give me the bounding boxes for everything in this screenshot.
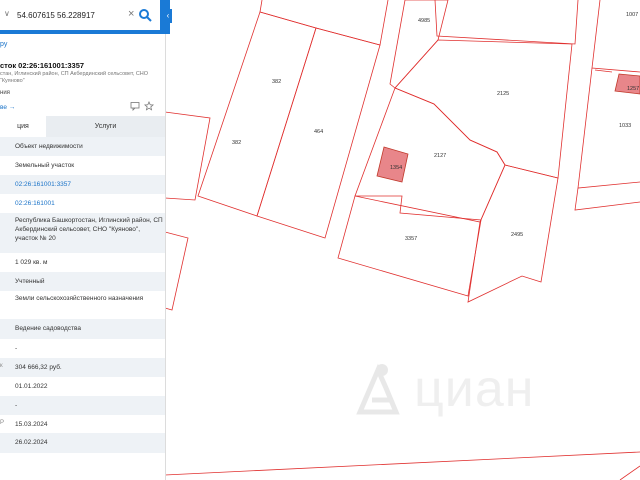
- plot-label: 2495: [511, 232, 523, 238]
- property-type: ния: [0, 90, 10, 96]
- detail-row: Объект недвижимости: [0, 137, 165, 156]
- detail-row: Учтенный: [0, 272, 165, 291]
- plot-label: 2125: [497, 91, 509, 97]
- parcel-boundary[interactable]: [337, 195, 482, 297]
- collapse-panel-button[interactable]: ‹: [164, 9, 172, 23]
- detail-row: -: [0, 339, 165, 358]
- detail-value: 15.03.2024: [15, 421, 48, 428]
- detail-value: 304 666,32 руб.: [15, 364, 62, 371]
- panel-title: сток 02:26:161001:3357: [0, 61, 85, 70]
- detail-label: Р: [0, 420, 5, 426]
- parcel-boundary[interactable]: [354, 87, 506, 223]
- plot-label: 464: [314, 129, 323, 135]
- plot-label: 1033: [619, 123, 631, 129]
- search-box: ∨ 54.607615 56.228917 ×: [0, 0, 160, 30]
- plot-label: 2127: [434, 153, 446, 159]
- star-icon[interactable]: [144, 101, 154, 111]
- comment-icon[interactable]: [130, 101, 140, 111]
- detail-row: -: [0, 396, 165, 415]
- detail-row: Земли сельскохозяйственного назначения: [0, 291, 165, 319]
- detail-row: 26.02.2024: [0, 433, 165, 453]
- detail-value: Республика Башкортостан, Иглинский район…: [15, 217, 163, 242]
- detail-label: к: [0, 363, 3, 369]
- info-panel: ру сток 02:26:161001:3357 стан, Иглински…: [0, 34, 166, 480]
- panel-address: стан, Иглинский район, СП Акбердинский с…: [0, 71, 149, 84]
- detail-value: Земли сельскохозяйственного назначения: [15, 295, 144, 302]
- detail-row: к 304 666,32 руб.: [0, 358, 165, 377]
- plot-label: 1257: [627, 86, 639, 92]
- detail-row: Р 15.03.2024: [0, 415, 165, 433]
- tab-services[interactable]: Услуги: [46, 116, 165, 137]
- search-bar: ∨ 54.607615 56.228917 ×: [0, 0, 170, 34]
- parcel-boundary[interactable]: [389, 0, 449, 89]
- parcel-boundary[interactable]: [164, 451, 640, 476]
- more-link[interactable]: ве →: [0, 104, 15, 111]
- detail-row: 1 029 кв. м: [0, 253, 165, 272]
- detail-row: Земельный участок: [0, 156, 165, 175]
- parcel-boundary[interactable]: [619, 465, 640, 480]
- parcel-boundary[interactable]: [164, 231, 189, 311]
- parcel-boundary[interactable]: [259, 0, 389, 46]
- detail-link[interactable]: 02:26:161001:3357: [15, 180, 163, 189]
- parcel-boundary[interactable]: [591, 0, 640, 73]
- search-input[interactable]: 54.607615 56.228917: [17, 11, 95, 20]
- parcel-boundary[interactable]: [197, 11, 317, 217]
- detail-row: Республика Башкортостан, Иглинский район…: [0, 213, 165, 253]
- detail-value: -: [15, 345, 18, 352]
- detail-value: 1 029 кв. м: [15, 259, 48, 266]
- detail-value: Ведение садоводства: [15, 325, 81, 332]
- parcel-boundary[interactable]: [434, 0, 579, 45]
- cian-logo-icon: [356, 363, 400, 415]
- parcel-boundary[interactable]: [574, 187, 640, 211]
- search-icon[interactable]: [138, 8, 152, 22]
- parcel-boundary[interactable]: [594, 69, 613, 73]
- plot-label: 1007: [626, 12, 638, 18]
- clear-icon[interactable]: ×: [128, 8, 134, 20]
- detail-value: 26.02.2024: [15, 439, 48, 446]
- detail-row: 01.01.2022: [0, 377, 165, 396]
- plot-label: 382: [272, 79, 281, 85]
- detail-value: Объект недвижимости: [15, 143, 83, 150]
- detail-row: 02:26:161001: [0, 194, 165, 213]
- plot-label: 1354: [390, 165, 402, 171]
- parcel-boundary[interactable]: [164, 111, 211, 201]
- plot-label: 382: [232, 140, 241, 146]
- detail-link[interactable]: 02:26:161001: [15, 199, 163, 208]
- panel-tabs: ция Услуги: [0, 116, 165, 139]
- parcel-boundary[interactable]: [394, 39, 573, 179]
- detail-value: -: [15, 402, 18, 409]
- watermark-text: циан: [414, 360, 535, 418]
- detail-row: Ведение садоводства: [0, 319, 165, 339]
- detail-value: 01.01.2022: [15, 383, 48, 390]
- cian-watermark: циан: [352, 360, 557, 422]
- plot-label: 4985: [418, 18, 430, 24]
- chevron-down-icon[interactable]: ∨: [4, 9, 10, 18]
- detail-value: Земельный участок: [15, 162, 75, 169]
- plot-label: 3357: [405, 236, 417, 242]
- detail-value: Учтенный: [15, 278, 45, 285]
- detail-row: 02:26:161001:3357: [0, 175, 165, 194]
- tab-information[interactable]: ция: [0, 116, 46, 139]
- back-link[interactable]: ру: [0, 41, 7, 48]
